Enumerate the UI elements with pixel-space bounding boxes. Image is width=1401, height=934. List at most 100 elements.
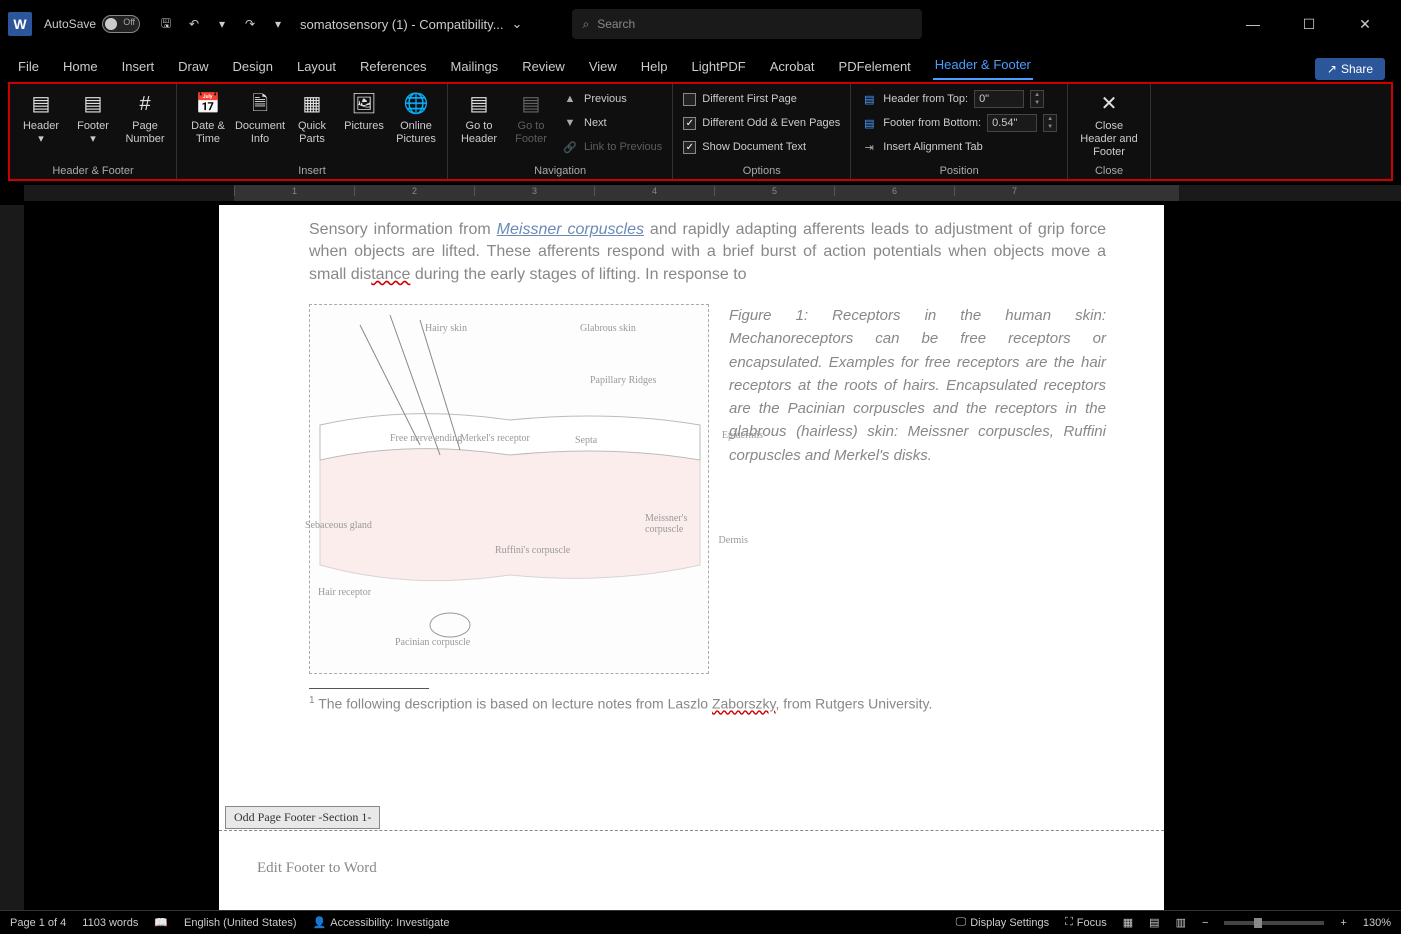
pictures-button[interactable]: 🖼Pictures xyxy=(339,88,389,135)
date-time-button[interactable]: 📅Date & Time xyxy=(183,88,233,148)
tab-home[interactable]: Home xyxy=(61,53,100,80)
tab-review[interactable]: Review xyxy=(520,53,567,80)
document-page[interactable]: Sensory information from Meissner corpus… xyxy=(219,205,1164,925)
checkbox-icon xyxy=(683,93,696,106)
tab-header-footer[interactable]: Header & Footer xyxy=(933,51,1033,80)
previous-button[interactable]: ▲Previous xyxy=(558,88,666,110)
share-button[interactable]: ↗ Share xyxy=(1315,58,1385,80)
show-document-text-checkbox[interactable]: Show Document Text xyxy=(679,136,844,158)
ribbon-highlight: ▤Header▾ ▤Footer▾ #Page Number Header & … xyxy=(8,82,1393,181)
search-icon: ⌕ xyxy=(582,17,589,32)
header-button[interactable]: ▤Header▾ xyxy=(16,88,66,148)
display-settings-button[interactable]: 🖵Display Settings xyxy=(956,916,1049,929)
page-indicator[interactable]: Page 1 of 4 xyxy=(10,917,66,929)
document-title: somatosensory (1) - Compatibility... ⌄ xyxy=(300,16,522,32)
status-bar: Page 1 of 4 1103 words 📖 English (United… xyxy=(0,910,1401,934)
tab-acrobat[interactable]: Acrobat xyxy=(768,53,817,80)
web-layout-icon[interactable]: ▥ xyxy=(1176,916,1186,929)
undo-icon[interactable]: ↶ xyxy=(180,10,208,38)
insert-alignment-tab-button[interactable]: ⇥Insert Alignment Tab xyxy=(857,136,1061,158)
chevron-down-icon[interactable]: ⌄ xyxy=(512,16,523,32)
up-arrow-icon: ▲ xyxy=(562,93,578,105)
tab-lightpdf[interactable]: LightPDF xyxy=(690,53,748,80)
tab-file[interactable]: File xyxy=(16,53,41,80)
qat-customize-icon[interactable]: ▾ xyxy=(264,10,292,38)
document-area: Sensory information from Meissner corpus… xyxy=(0,205,1401,925)
tab-design[interactable]: Design xyxy=(231,53,275,80)
footnote-text: 1 The following description is based on … xyxy=(309,695,1106,712)
word-count[interactable]: 1103 words xyxy=(82,917,138,929)
header-from-top-field[interactable]: ▤Header from Top:▲▼ xyxy=(857,88,1061,110)
tab-draw[interactable]: Draw xyxy=(176,53,210,80)
spelling-icon[interactable]: 📖 xyxy=(154,916,168,929)
redo-icon[interactable]: ↷ xyxy=(236,10,264,38)
checkbox-checked-icon xyxy=(683,117,696,130)
autosave-toggle[interactable]: AutoSave Off xyxy=(44,15,140,33)
goto-header-button[interactable]: ▤Go to Header xyxy=(454,88,504,148)
toggle-icon[interactable]: Off xyxy=(102,15,140,33)
footer-content[interactable]: Edit Footer to Word xyxy=(257,860,377,877)
close-window-button[interactable]: ✕ xyxy=(1345,16,1385,33)
tab-view[interactable]: View xyxy=(587,53,619,80)
maximize-button[interactable]: ☐ xyxy=(1289,16,1329,33)
accessibility-button[interactable]: 👤Accessibility: Investigate xyxy=(313,916,450,929)
zoom-out-button[interactable]: − xyxy=(1202,917,1208,929)
read-mode-icon[interactable]: ▦ xyxy=(1123,916,1133,929)
save-icon[interactable]: 🖫 xyxy=(152,10,180,38)
focus-button[interactable]: ⛶Focus xyxy=(1065,916,1107,929)
person-icon: 👤 xyxy=(313,916,327,929)
globe-icon: 🌐 xyxy=(400,90,432,118)
zoom-slider[interactable] xyxy=(1224,921,1324,925)
ribbon-tabs: File Home Insert Draw Design Layout Refe… xyxy=(0,48,1401,80)
footer-section-label[interactable]: Odd Page Footer -Section 1- xyxy=(225,806,380,829)
chevron-down-icon: ▾ xyxy=(38,133,44,146)
tab-help[interactable]: Help xyxy=(639,53,670,80)
page-number-button[interactable]: #Page Number xyxy=(120,88,170,148)
close-icon: ✕ xyxy=(1093,90,1125,118)
calendar-icon: 📅 xyxy=(192,90,224,118)
footer-bottom-input[interactable] xyxy=(987,114,1037,132)
quick-parts-button[interactable]: ▦Quick Parts xyxy=(287,88,337,148)
group-position: ▤Header from Top:▲▼ ▤Footer from Bottom:… xyxy=(851,84,1068,179)
horizontal-ruler[interactable]: 123 456 7 xyxy=(0,185,1401,205)
tab-mailings[interactable]: Mailings xyxy=(449,53,501,80)
tab-layout[interactable]: Layout xyxy=(295,53,338,80)
tab-references[interactable]: References xyxy=(358,53,428,80)
goto-footer-icon: ▤ xyxy=(515,90,547,118)
document-info-button[interactable]: 🗎Document Info xyxy=(235,88,285,148)
zoom-in-button[interactable]: + xyxy=(1340,917,1346,929)
search-box[interactable]: ⌕ Search xyxy=(572,9,922,39)
tab-pdfelement[interactable]: PDFelement xyxy=(837,53,913,80)
page-number-icon: # xyxy=(129,90,161,118)
close-header-footer-button[interactable]: ✕Close Header and Footer xyxy=(1074,88,1144,162)
title-bar: W AutoSave Off 🖫 ↶ ▾ ↷ ▾ somatosensory (… xyxy=(0,0,1401,48)
undo-dropdown-icon[interactable]: ▾ xyxy=(208,10,236,38)
different-odd-even-checkbox[interactable]: Different Odd & Even Pages xyxy=(679,112,844,134)
goto-footer-button: ▤Go to Footer xyxy=(506,88,556,148)
link-icon: 🔗 xyxy=(562,141,578,154)
autosave-label: AutoSave xyxy=(44,17,96,31)
different-first-page-checkbox[interactable]: Different First Page xyxy=(679,88,844,110)
body-paragraph: Sensory information from Meissner corpus… xyxy=(309,219,1106,286)
minimize-button[interactable]: — xyxy=(1233,16,1273,33)
footnote-separator xyxy=(309,688,429,689)
spinner-buttons[interactable]: ▲▼ xyxy=(1030,90,1044,108)
language-indicator[interactable]: English (United States) xyxy=(184,917,297,929)
goto-header-icon: ▤ xyxy=(463,90,495,118)
footer-from-bottom-field[interactable]: ▤Footer from Bottom:▲▼ xyxy=(857,112,1061,134)
tab-insert[interactable]: Insert xyxy=(120,53,157,80)
print-layout-icon[interactable]: ▤ xyxy=(1149,916,1159,929)
quick-parts-icon: ▦ xyxy=(296,90,328,118)
figure-caption: Figure 1: Receptors in the human skin: M… xyxy=(729,304,1106,674)
group-options: Different First Page Different Odd & Eve… xyxy=(673,84,851,179)
footer-button[interactable]: ▤Footer▾ xyxy=(68,88,118,148)
zoom-level[interactable]: 130% xyxy=(1363,917,1391,929)
meissner-link[interactable]: Meissner corpuscles xyxy=(497,221,644,238)
header-top-input[interactable] xyxy=(974,90,1024,108)
footer-position-icon: ▤ xyxy=(861,117,877,130)
vertical-ruler[interactable] xyxy=(0,205,24,925)
checkbox-checked-icon xyxy=(683,141,696,154)
online-pictures-button[interactable]: 🌐Online Pictures xyxy=(391,88,441,148)
next-button[interactable]: ▼Next xyxy=(558,112,666,134)
spinner-buttons[interactable]: ▲▼ xyxy=(1043,114,1057,132)
